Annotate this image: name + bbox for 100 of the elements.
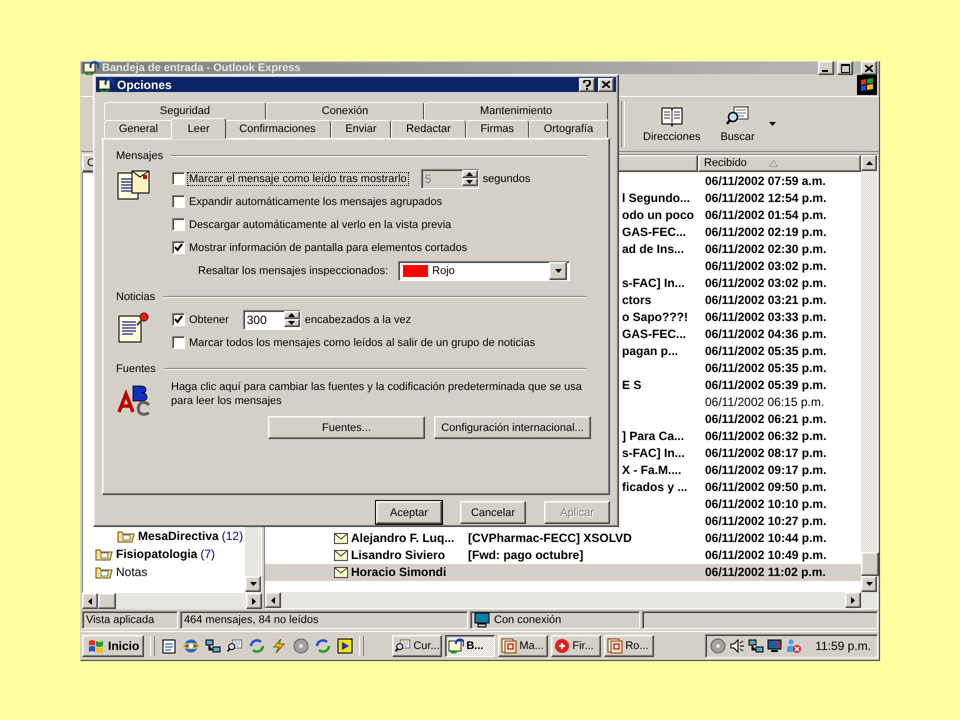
- book-icon: [660, 104, 684, 127]
- number-spinner[interactable]: 300: [242, 310, 301, 330]
- tab[interactable]: Seguridad: [104, 102, 266, 120]
- scroll-down-button[interactable]: [245, 576, 261, 592]
- network-icon[interactable]: [205, 638, 222, 654]
- message-subject: o Sapo???!: [622, 310, 688, 324]
- folder-item[interactable]: MesaDirectiva (12): [83, 526, 245, 545]
- tab[interactable]: Firmas: [466, 120, 529, 138]
- arrows-icon[interactable]: [315, 638, 332, 654]
- sort-arrow-icon: [768, 160, 778, 167]
- column-header[interactable]: Recibido: [698, 154, 861, 172]
- unread-count: (7): [200, 546, 216, 561]
- folder-icon: [95, 546, 113, 561]
- dialog-button[interactable]: Cancelar: [460, 501, 526, 524]
- speaker-icon[interactable]: [729, 638, 746, 654]
- checkbox-label[interactable]: Marcar el mensaje como leído tras mostrarlo: [187, 172, 409, 186]
- message-subject: GAS-FEC...: [622, 327, 686, 342]
- received-date: 06/11/2002 10:49 p.m.: [705, 548, 826, 562]
- checkbox-label[interactable]: Marcar todos los mensajes como leídos al salir de un grupo de noticias: [187, 336, 538, 350]
- spin-up-button[interactable]: [284, 310, 300, 318]
- taskbar-button[interactable]: Cur...: [392, 635, 442, 658]
- message-subject: s-FAC] In...: [622, 446, 685, 460]
- magnifier-icon: [395, 638, 412, 654]
- taskbar-button[interactable]: Ma...: [498, 635, 548, 658]
- monitor-icon[interactable]: [767, 638, 784, 654]
- checkbox-label[interactable]: Mostrar información de pantalla para elementos cortados: [187, 240, 470, 254]
- scroll-right-button[interactable]: [246, 593, 262, 610]
- lightning-icon[interactable]: [271, 638, 288, 654]
- folder-item[interactable]: Fisiopatologia (7): [83, 544, 245, 563]
- disc-icon[interactable]: [293, 638, 310, 654]
- status-text: Con conexión: [494, 614, 562, 626]
- checkbox[interactable]: [172, 336, 185, 349]
- checkbox[interactable]: [172, 172, 185, 185]
- dialog-button[interactable]: Aceptar: [376, 501, 442, 524]
- received-date: 06/11/2002 09:17 p.m.: [705, 463, 826, 478]
- checkbox[interactable]: [172, 313, 185, 326]
- checkbox[interactable]: [172, 241, 185, 254]
- arrows-icon[interactable]: [249, 638, 266, 654]
- scrollbar-thumb[interactable]: [861, 552, 879, 576]
- tab[interactable]: Redactar: [391, 120, 466, 138]
- message-row[interactable]: Lisandro Siviero [Fwd: pago octubre] 06/11/2002 10:49 p.m.: [265, 546, 861, 564]
- minimize-button[interactable]: [818, 61, 834, 75]
- folder-item[interactable]: Notas: [83, 562, 245, 581]
- people-icon[interactable]: [786, 638, 802, 654]
- tab[interactable]: Confirmaciones: [224, 120, 331, 138]
- checkbox-label[interactable]: Descargar automáticamente al verlo en la vista previa: [187, 218, 454, 232]
- checkbox[interactable]: [172, 195, 185, 208]
- taskbar-button[interactable]: Fir...: [551, 635, 602, 658]
- tab[interactable]: Enviar: [330, 120, 392, 138]
- message-subject: ] Para Ca...: [622, 429, 684, 444]
- tab[interactable]: Ortografía: [528, 120, 608, 138]
- tab[interactable]: Mantenimiento: [424, 102, 608, 120]
- color-dropdown[interactable]: Rojo: [398, 260, 570, 280]
- magnifier-icon[interactable]: [227, 638, 244, 654]
- dropdown-caret[interactable]: [768, 122, 776, 126]
- play-icon[interactable]: [337, 638, 354, 654]
- dialog-button[interactable]: Configuración internacional...: [434, 416, 591, 439]
- help-button[interactable]: [579, 78, 595, 92]
- unit-label: encabezados a la vez: [304, 314, 412, 326]
- sender-name: Horacio Simondi: [351, 565, 446, 580]
- globe-icon[interactable]: [183, 638, 200, 654]
- disc-icon[interactable]: [710, 638, 726, 654]
- checkbox[interactable]: [172, 218, 185, 231]
- status-text: Vista aplicada: [82, 611, 178, 630]
- scroll-right-button[interactable]: [845, 592, 861, 608]
- search-button[interactable]: Buscar: [712, 102, 763, 145]
- message-subject: pagan p...: [622, 344, 678, 358]
- up-arrow-icon: [466, 172, 474, 176]
- tab[interactable]: General: [104, 120, 173, 138]
- up-arrow-icon: [866, 160, 872, 165]
- network-icon[interactable]: [748, 638, 764, 654]
- envelope-icon: [334, 532, 348, 544]
- down-arrow-icon: [250, 582, 256, 586]
- close-button[interactable]: [598, 78, 614, 92]
- dropdown-button[interactable]: [549, 262, 568, 280]
- restore-button[interactable]: [837, 61, 853, 75]
- scroll-left-button[interactable]: [82, 593, 98, 610]
- close-button[interactable]: [861, 61, 877, 75]
- message-row[interactable]: Horacio Simondi 06/11/2002 11:02 p.m.: [265, 564, 861, 581]
- taskbar-button[interactable]: B...: [445, 635, 496, 658]
- scroll-left-button[interactable]: [265, 592, 281, 608]
- checkbox-label[interactable]: Obtener: [187, 312, 231, 326]
- message-subject: ficados y ...: [622, 480, 688, 494]
- taskbar-button[interactable]: Ro...: [604, 635, 654, 658]
- checkbox-label[interactable]: Expandir automáticamente los mensajes agrupados: [187, 194, 444, 208]
- document-icon: [501, 638, 518, 654]
- addresses-button[interactable]: Direcciones: [635, 102, 708, 145]
- folder-icon: [95, 564, 113, 579]
- scroll-up-button[interactable]: [861, 154, 877, 171]
- message-subject: GAS-FEC...: [622, 225, 686, 240]
- left-arrow-icon: [271, 596, 275, 604]
- notepad-icon[interactable]: [161, 638, 178, 654]
- scroll-down-button[interactable]: [861, 576, 877, 592]
- right-arrow-icon: [851, 596, 855, 604]
- tab[interactable]: Leer: [170, 118, 226, 139]
- message-row[interactable]: Alejandro F. Luq... [CVPharmac-FECC] XSOLVD 06/11/2002 10:44 p.m.: [265, 530, 861, 547]
- tab[interactable]: Conexión: [266, 102, 424, 120]
- scrollbar-thumb[interactable]: [98, 593, 116, 610]
- start-button[interactable]: Inicio: [82, 635, 144, 658]
- dialog-button[interactable]: Fuentes...: [268, 416, 425, 439]
